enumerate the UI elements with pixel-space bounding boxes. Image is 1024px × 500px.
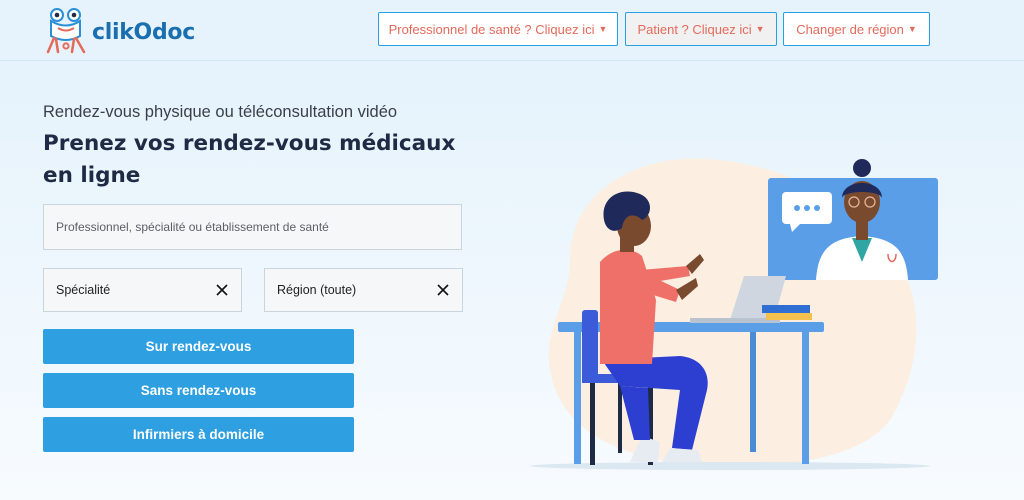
- nav-region-label: Changer de région: [796, 21, 904, 37]
- specialty-label: Spécialité: [56, 283, 111, 297]
- close-icon[interactable]: [213, 281, 231, 299]
- nav-patient-label: Patient ? Cliquez ici: [637, 21, 752, 37]
- walk-in-button[interactable]: Sans rendez-vous: [43, 373, 354, 408]
- page-subtitle: Rendez-vous physique ou téléconsultation…: [43, 103, 398, 121]
- search-input[interactable]: [43, 204, 462, 250]
- nav-region-button[interactable]: Changer de région ▼: [783, 12, 930, 46]
- chevron-down-icon: ▼: [598, 24, 608, 34]
- nav-professional-button[interactable]: Professionnel de santé ? Cliquez ici ▼: [378, 12, 618, 46]
- logo[interactable]: clikOdoc: [46, 6, 195, 58]
- top-header: clikOdoc Professionnel de santé ? Clique…: [0, 0, 1024, 61]
- chevron-down-icon: ▼: [755, 24, 765, 34]
- home-nurse-button[interactable]: Infirmiers à domicile: [43, 417, 354, 452]
- teleconsultation-illustration: [530, 158, 938, 470]
- chevron-down-icon: ▼: [907, 24, 917, 34]
- nav-professional-label: Professionnel de santé ? Cliquez ici: [388, 21, 595, 37]
- region-select[interactable]: Région (toute): [264, 268, 463, 312]
- region-label: Région (toute): [277, 283, 357, 297]
- close-icon[interactable]: [434, 281, 452, 299]
- specialty-select[interactable]: Spécialité: [43, 268, 242, 312]
- nav-patient-button[interactable]: Patient ? Cliquez ici ▼: [625, 12, 777, 46]
- frog-logo-icon: [46, 8, 86, 54]
- logo-text: clikOdoc: [92, 19, 195, 45]
- appointment-button[interactable]: Sur rendez-vous: [43, 329, 354, 364]
- page-title: Prenez vos rendez-vous médicaux en ligne: [43, 131, 456, 188]
